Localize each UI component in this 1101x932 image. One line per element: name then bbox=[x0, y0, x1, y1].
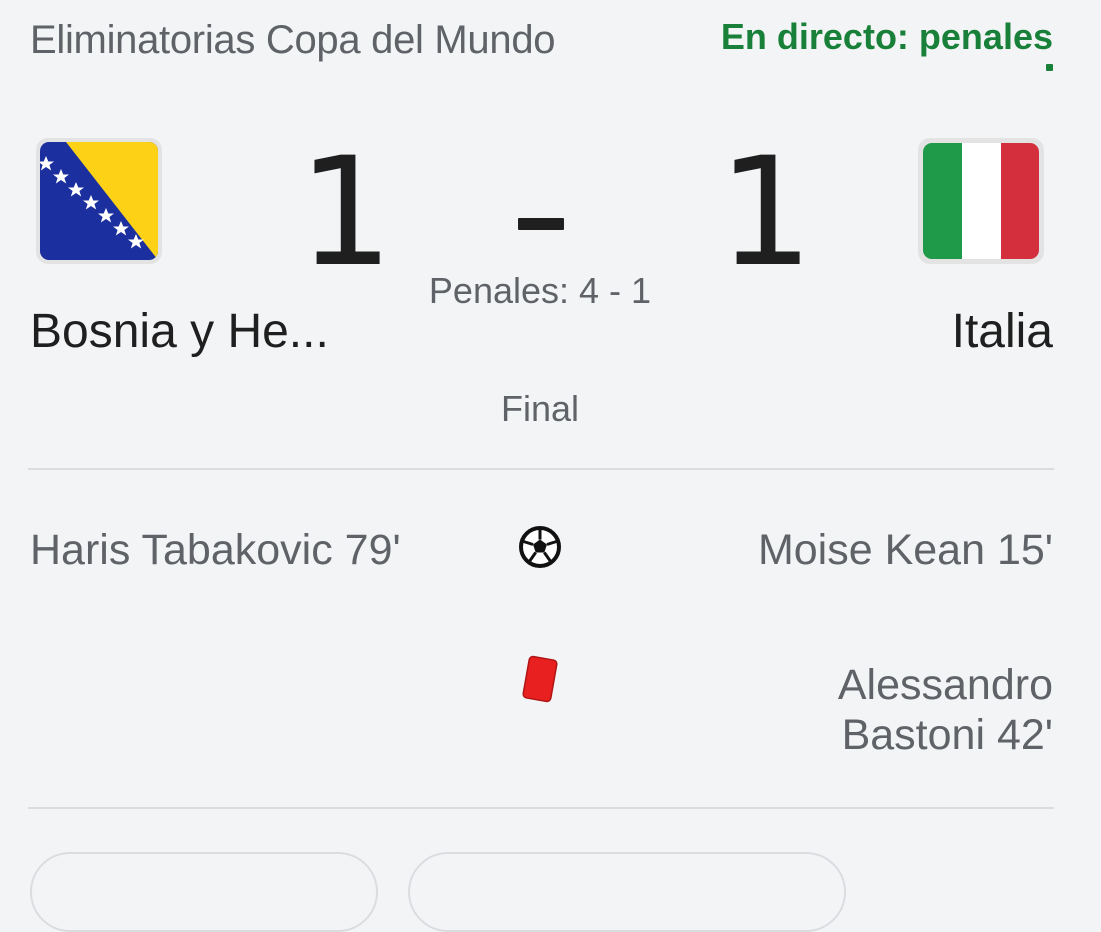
soccer-ball-icon bbox=[518, 525, 562, 569]
score-separator bbox=[518, 218, 564, 230]
match-card[interactable]: Eliminatorias Copa del Mundo En directo:… bbox=[0, 0, 1101, 932]
action-chip[interactable] bbox=[408, 852, 846, 932]
action-chip[interactable] bbox=[30, 852, 378, 932]
divider bbox=[28, 807, 1054, 809]
away-score: 1 bbox=[718, 126, 814, 300]
live-indicator-dot bbox=[1046, 64, 1053, 71]
away-red-card-name-line2: Bastoni 42' bbox=[841, 711, 1053, 759]
away-red-card-player: Alessandro Bastoni 42' bbox=[838, 660, 1053, 760]
away-team-name[interactable]: Italia bbox=[952, 304, 1053, 359]
red-card-icon bbox=[520, 655, 560, 705]
italy-flag-icon bbox=[918, 138, 1044, 264]
competition-title: Eliminatorias Copa del Mundo bbox=[30, 18, 556, 62]
home-team-name[interactable]: Bosnia y He... bbox=[30, 304, 329, 359]
divider bbox=[28, 468, 1054, 470]
bosnia-herzegovina-flag-icon bbox=[36, 138, 162, 264]
away-red-card-name-line1: Alessandro bbox=[837, 661, 1053, 709]
away-goal-scorer: Moise Kean 15' bbox=[757, 526, 1053, 574]
home-goal-scorer: Haris Tabakovic 79' bbox=[30, 526, 401, 574]
match-status: Final bbox=[500, 388, 580, 429]
live-status-badge: En directo: penales bbox=[720, 16, 1053, 57]
home-score: 1 bbox=[298, 126, 394, 300]
